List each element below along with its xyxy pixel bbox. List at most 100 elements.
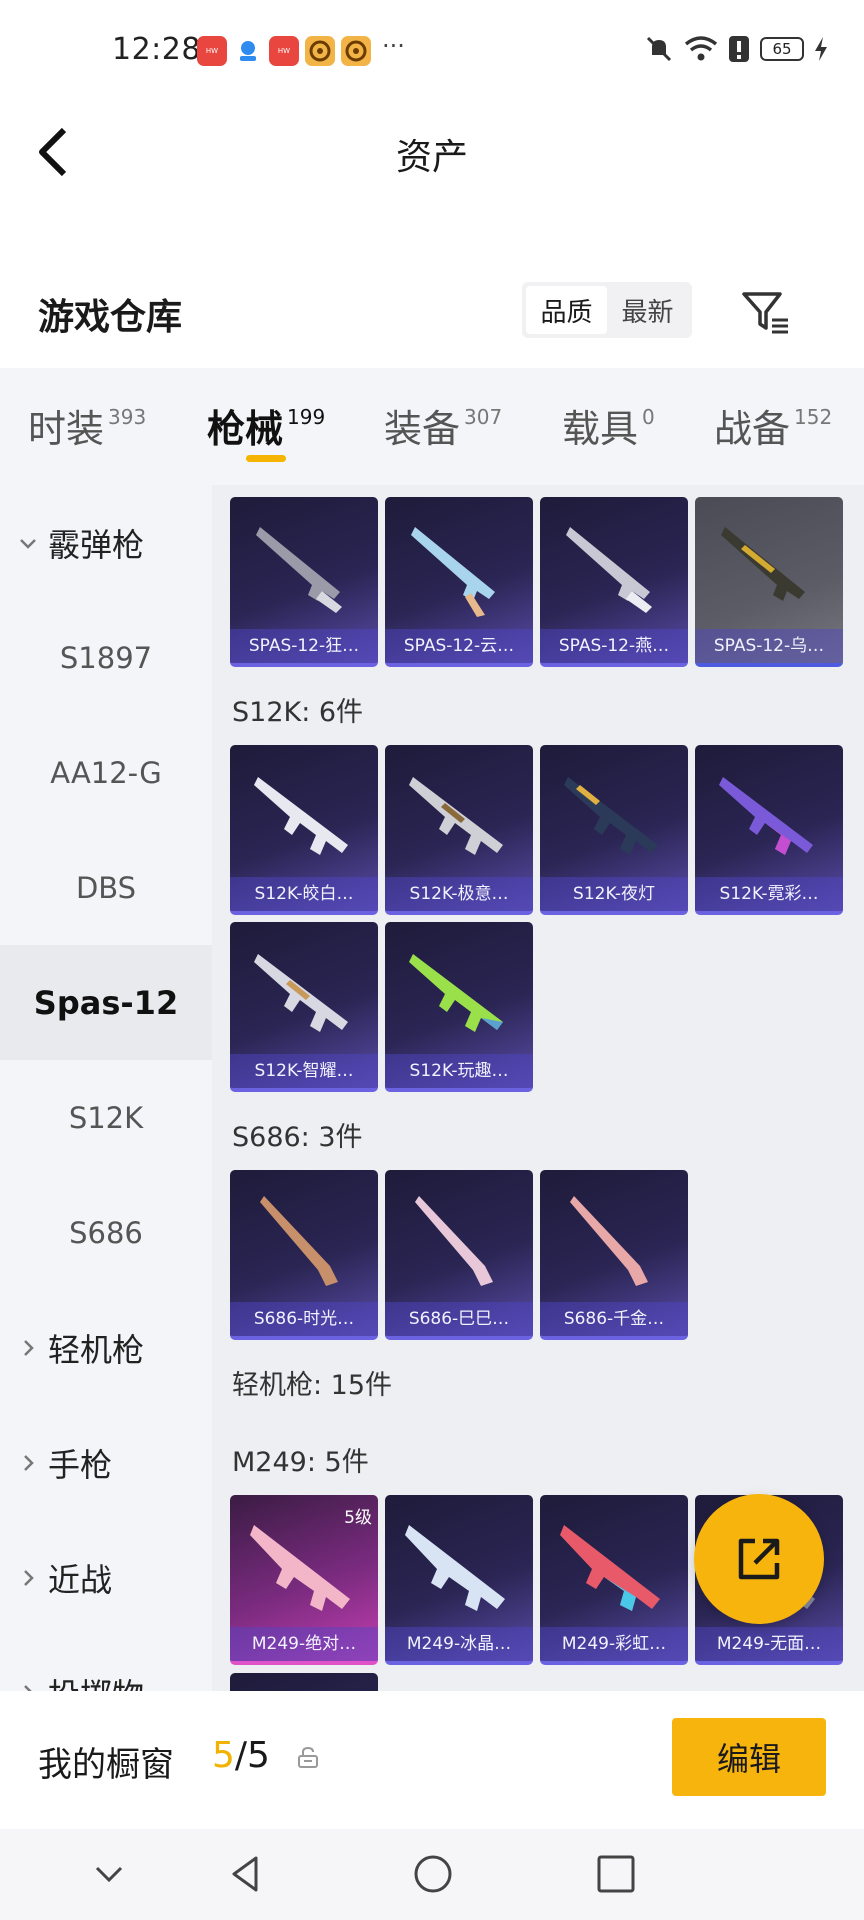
showcase-current: 5 xyxy=(212,1735,235,1776)
sidebar-item-dbs[interactable]: DBS xyxy=(0,830,212,945)
sort-quality-button[interactable]: 品质 xyxy=(526,286,607,334)
tab-count: 199 xyxy=(287,405,326,429)
sidebar-item-label: DBS xyxy=(75,870,137,905)
sidebar-item-shotgun[interactable]: 霰弹枪 xyxy=(0,485,212,600)
status-time: 12:28 xyxy=(112,32,201,67)
skin-name: SPAS-12-云… xyxy=(385,629,533,663)
skin-name: S12K-智耀… xyxy=(230,1054,378,1088)
shotgun-image xyxy=(256,527,342,613)
rifle-image xyxy=(254,954,348,1032)
showcase-total: /5 xyxy=(234,1735,270,1776)
machine-gun-image xyxy=(560,1525,660,1611)
skin-card[interactable]: S686-时光… xyxy=(230,1170,378,1340)
active-tab-indicator xyxy=(246,455,286,462)
edit-button[interactable]: 编辑 xyxy=(672,1718,826,1796)
skin-card[interactable]: S12K-皎白… xyxy=(230,745,378,915)
chevron-right-icon xyxy=(24,1454,34,1471)
chevron-right-icon xyxy=(24,1684,33,1691)
sidebar-item-s1897[interactable]: S1897 xyxy=(0,600,212,715)
sidebar-item-spas12[interactable]: Spas-12 xyxy=(0,945,212,1060)
game-app-icon xyxy=(341,36,371,66)
tab-equipment[interactable]: 装备 307 xyxy=(384,398,502,453)
skin-card[interactable] xyxy=(230,1673,378,1691)
rifle-image xyxy=(564,777,658,855)
skin-name: S12K-极意… xyxy=(385,877,533,911)
tab-firearms[interactable]: 枪械 199 xyxy=(207,398,325,453)
chevron-right-icon xyxy=(24,1339,34,1356)
shotgun-image xyxy=(260,1196,338,1286)
sidebar-item-pistol[interactable]: 手枪 xyxy=(0,1405,212,1520)
filter-button[interactable] xyxy=(738,284,794,340)
sidebar-item-s12k[interactable]: S12K xyxy=(0,1060,212,1175)
skin-card[interactable]: S12K-霓彩… xyxy=(695,745,843,915)
showcase-bar: 我的橱窗 5/5 编辑 xyxy=(0,1691,864,1829)
sidebar-item-s686[interactable]: S686 xyxy=(0,1175,212,1290)
shotgun-image xyxy=(570,1196,648,1286)
chevron-down-icon xyxy=(20,538,36,549)
category-tabs: 时装 393 枪械 199 装备 307 载具 0 战备 152 xyxy=(0,368,864,485)
huawei-app-icon: HW xyxy=(197,36,227,66)
sidebar-item-aa12g[interactable]: AA12-G xyxy=(0,715,212,830)
sidebar-item-label: 手枪 xyxy=(48,1445,113,1484)
skin-name: M249-彩虹… xyxy=(540,1627,688,1661)
tab-label: 枪械 xyxy=(207,407,284,451)
filter-icon xyxy=(742,292,788,334)
status-overflow: ··· xyxy=(382,32,405,60)
skin-card[interactable]: SPAS-12-云… xyxy=(385,497,533,667)
tab-count: 307 xyxy=(464,405,503,429)
tab-fashion[interactable]: 时装 393 xyxy=(28,398,146,453)
skin-card[interactable]: S686-巳巳… xyxy=(385,1170,533,1340)
sidebar-item-lmg[interactable]: 轻机枪 xyxy=(0,1290,212,1405)
sort-toggle: 品质 最新 xyxy=(522,282,692,338)
skin-name: S686-巳巳… xyxy=(385,1302,533,1336)
skin-name: S12K-夜灯 xyxy=(540,877,688,911)
status-bar: 12:28 HW HW ··· 65 xyxy=(0,0,864,100)
skin-card[interactable]: 5级 M249-绝对… xyxy=(230,1495,378,1665)
skin-card[interactable]: M249-彩虹… xyxy=(540,1495,688,1665)
sidebar-item-label: 轻机枪 xyxy=(48,1330,145,1369)
sidebar-item-throwables[interactable]: 投掷物 xyxy=(0,1635,212,1691)
share-button[interactable] xyxy=(694,1494,824,1624)
page-title: 资产 xyxy=(395,137,468,178)
back-nav-icon[interactable] xyxy=(222,1849,272,1899)
skin-name: SPAS-12-燕… xyxy=(540,629,688,663)
huawei-app-icon: HW xyxy=(269,36,299,66)
skin-card[interactable]: S12K-极意… xyxy=(385,745,533,915)
sort-newest-button[interactable]: 最新 xyxy=(607,286,688,334)
skin-card[interactable]: SPAS-12-狂… xyxy=(230,497,378,667)
skin-card[interactable]: S12K-智耀… xyxy=(230,922,378,1092)
sidebar-item-label: S12K xyxy=(68,1100,144,1135)
weapon-sidebar: 霰弹枪 S1897 AA12-G DBS Spas-12 S12K S686 轻… xyxy=(0,485,212,1691)
home-nav-icon[interactable] xyxy=(408,1849,458,1899)
tab-label: 战备 xyxy=(714,407,791,451)
skin-card[interactable]: M249-冰晶… xyxy=(385,1495,533,1665)
lock-icon[interactable] xyxy=(296,1745,320,1769)
showcase-count: 5/5 xyxy=(212,1735,270,1776)
sidebar-item-label: 投掷物 xyxy=(48,1670,144,1692)
chevron-right-icon xyxy=(24,1569,34,1586)
rifle-image xyxy=(719,777,813,855)
status-app-icons: HW HW xyxy=(197,36,371,66)
system-nav-bar xyxy=(0,1829,864,1920)
skin-name: S686-千金… xyxy=(540,1302,688,1336)
skin-card[interactable]: SPAS-12-乌… xyxy=(695,497,843,667)
skin-name: S12K-玩趣… xyxy=(385,1054,533,1088)
shotgun-image xyxy=(415,1196,493,1286)
section-label-s686: S686: 3件 xyxy=(232,1122,363,1153)
skin-name: S686-时光… xyxy=(230,1302,378,1336)
tab-label: 装备 xyxy=(384,407,461,451)
tab-label: 时装 xyxy=(28,407,105,451)
tab-count: 152 xyxy=(794,405,833,429)
sidebar-item-melee[interactable]: 近战 xyxy=(0,1520,212,1635)
chevron-down-icon[interactable] xyxy=(84,1849,134,1899)
tab-vehicles[interactable]: 载具 0 xyxy=(562,398,655,453)
skin-card[interactable]: SPAS-12-燕… xyxy=(540,497,688,667)
skin-card[interactable]: S12K-夜灯 xyxy=(540,745,688,915)
recents-nav-icon[interactable] xyxy=(591,1849,641,1899)
status-right: 65 xyxy=(644,34,828,64)
skin-card[interactable]: S686-千金… xyxy=(540,1170,688,1340)
tab-gear[interactable]: 战备 152 xyxy=(714,398,832,453)
tab-label: 载具 xyxy=(562,407,639,451)
skin-card[interactable]: S12K-玩趣… xyxy=(385,922,533,1092)
sidebar-item-label: S686 xyxy=(69,1215,143,1250)
